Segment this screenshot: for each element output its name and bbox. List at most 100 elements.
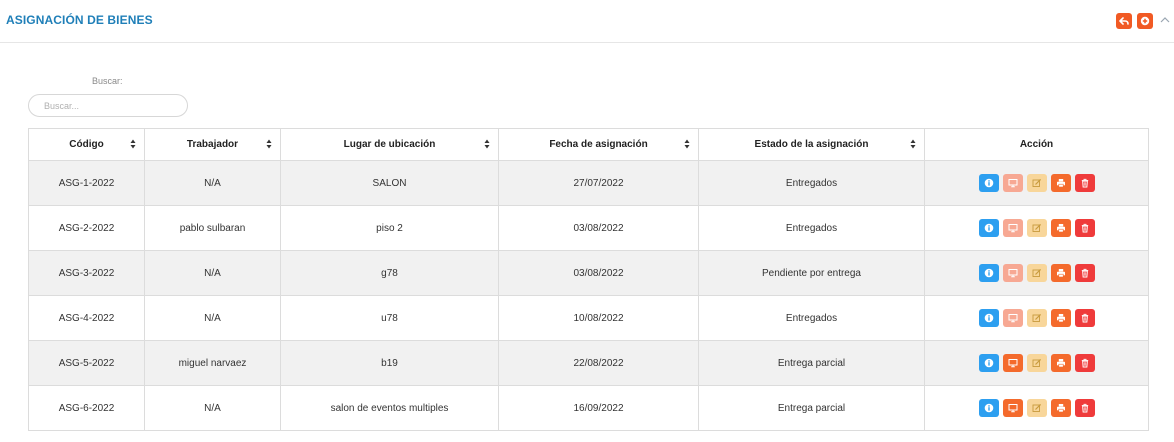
- edit-icon: [1032, 403, 1041, 412]
- info-button[interactable]: [978, 309, 999, 327]
- trash-icon: [1081, 178, 1088, 188]
- cell-accion: [924, 340, 1149, 386]
- cell-codigo: ASG-1-2022: [28, 160, 145, 206]
- cell-estado: Pendiente por entrega: [698, 250, 925, 296]
- monitor-button[interactable]: [1002, 309, 1023, 327]
- monitor-icon: [1008, 224, 1017, 233]
- column-header-estado[interactable]: Estado de la asignación: [698, 128, 925, 161]
- delete-button[interactable]: [1074, 219, 1095, 237]
- delete-button[interactable]: [1074, 354, 1095, 372]
- column-label: Acción: [1019, 139, 1054, 150]
- column-header-accion: Acción: [924, 128, 1149, 161]
- print-button[interactable]: [1050, 174, 1071, 192]
- info-button[interactable]: [978, 264, 999, 282]
- monitor-icon: [1008, 179, 1017, 188]
- column-header-trabajador[interactable]: Trabajador: [144, 128, 281, 161]
- chevron-up-icon[interactable]: [1158, 14, 1172, 26]
- trash-icon: [1081, 268, 1088, 278]
- cell-codigo: ASG-4-2022: [28, 295, 145, 341]
- monitor-icon: [1008, 404, 1017, 413]
- print-icon: [1056, 224, 1065, 233]
- edit-button[interactable]: [1026, 174, 1047, 192]
- edit-button[interactable]: [1026, 354, 1047, 372]
- print-button[interactable]: [1050, 264, 1071, 282]
- monitor-button[interactable]: [1002, 219, 1023, 237]
- column-header-fecha[interactable]: Fecha de asignación: [498, 128, 699, 161]
- add-button[interactable]: [1137, 13, 1153, 29]
- column-header-lugar[interactable]: Lugar de ubicación: [280, 128, 499, 161]
- sort-icon: [910, 139, 916, 149]
- row-actions: [925, 354, 1148, 372]
- print-button[interactable]: [1050, 354, 1071, 372]
- print-button[interactable]: [1050, 399, 1071, 417]
- info-icon: [984, 268, 993, 278]
- delete-button[interactable]: [1074, 309, 1095, 327]
- edit-button[interactable]: [1026, 309, 1047, 327]
- cell-estado: Entrega parcial: [698, 385, 925, 431]
- search-label: Buscar:: [92, 76, 123, 86]
- cell-codigo: ASG-2-2022: [28, 205, 145, 251]
- undo-icon: [1119, 17, 1129, 25]
- edit-icon: [1032, 223, 1041, 232]
- print-icon: [1056, 404, 1065, 413]
- delete-button[interactable]: [1074, 264, 1095, 282]
- cell-estado: Entregados: [698, 205, 925, 251]
- cell-trabajador: N/A: [144, 295, 281, 341]
- delete-button[interactable]: [1074, 399, 1095, 417]
- row-actions: [925, 309, 1148, 327]
- table-row: ASG-6-2022 N/A salon de eventos multiples 1…: [28, 385, 1149, 431]
- info-icon: [984, 178, 993, 188]
- monitor-icon: [1008, 314, 1017, 323]
- cell-lugar: g78: [280, 250, 499, 296]
- cell-trabajador: N/A: [144, 160, 281, 206]
- print-button[interactable]: [1050, 219, 1071, 237]
- cell-accion: [924, 160, 1149, 206]
- sort-icon: [130, 139, 136, 149]
- info-button[interactable]: [978, 399, 999, 417]
- print-icon: [1056, 269, 1065, 278]
- assignments-table: Código Trabajador Lugar de ubicación Fec…: [28, 128, 1149, 431]
- column-label: Lugar de ubicación: [343, 139, 436, 150]
- cell-lugar: b19: [280, 340, 499, 386]
- info-icon: [984, 358, 993, 368]
- edit-button[interactable]: [1026, 264, 1047, 282]
- trash-icon: [1081, 403, 1088, 413]
- info-button[interactable]: [978, 219, 999, 237]
- cell-lugar: SALON: [280, 160, 499, 206]
- edit-icon: [1032, 268, 1041, 277]
- monitor-button[interactable]: [1002, 174, 1023, 192]
- row-actions: [925, 174, 1148, 192]
- panel-header: ASIGNACIÓN DE BIENES: [0, 0, 1174, 43]
- info-button[interactable]: [978, 354, 999, 372]
- table-row: ASG-1-2022 N/A SALON 27/07/2022 Entregados: [28, 160, 1149, 206]
- cell-lugar: salon de eventos multiples: [280, 385, 499, 431]
- delete-button[interactable]: [1074, 174, 1095, 192]
- column-label: Estado de la asignación: [754, 139, 869, 150]
- cell-accion: [924, 295, 1149, 341]
- print-button[interactable]: [1050, 309, 1071, 327]
- back-button[interactable]: [1116, 13, 1132, 29]
- row-actions: [925, 399, 1148, 417]
- sort-icon: [684, 139, 690, 149]
- cell-accion: [924, 205, 1149, 251]
- cell-fecha: 10/08/2022: [498, 295, 699, 341]
- cell-fecha: 03/08/2022: [498, 250, 699, 296]
- cell-accion: [924, 385, 1149, 431]
- column-header-codigo[interactable]: Código: [28, 128, 145, 161]
- sort-icon: [266, 139, 272, 149]
- table-row: ASG-2-2022 pablo sulbaran piso 2 03/08/2022…: [28, 205, 1149, 251]
- edit-button[interactable]: [1026, 219, 1047, 237]
- info-icon: [984, 403, 993, 413]
- edit-button[interactable]: [1026, 399, 1047, 417]
- monitor-button[interactable]: [1002, 399, 1023, 417]
- monitor-button[interactable]: [1002, 354, 1023, 372]
- search-input[interactable]: [28, 94, 188, 117]
- monitor-button[interactable]: [1002, 264, 1023, 282]
- monitor-icon: [1008, 269, 1017, 278]
- cell-trabajador: N/A: [144, 385, 281, 431]
- column-label: Trabajador: [186, 139, 239, 150]
- cell-lugar: u78: [280, 295, 499, 341]
- column-label: Código: [69, 139, 104, 150]
- info-button[interactable]: [978, 174, 999, 192]
- cell-estado: Entregados: [698, 160, 925, 206]
